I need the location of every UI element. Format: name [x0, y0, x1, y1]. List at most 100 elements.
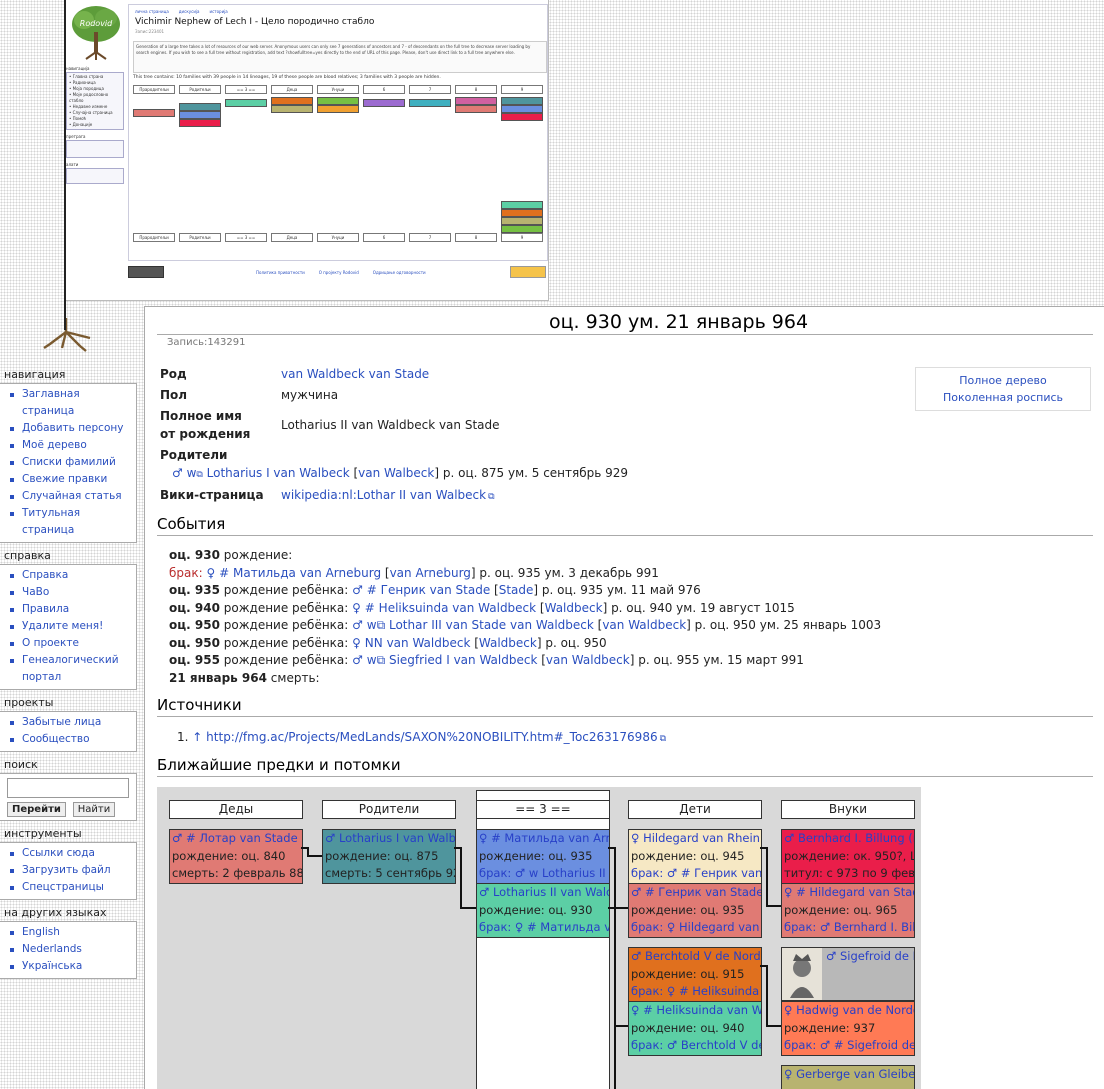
- person-name[interactable]: ♀ # Heliksuinda van Wal: [629, 1002, 761, 1020]
- thumbnail-gen-header: 8: [455, 85, 497, 94]
- nav-item-link[interactable]: Титульная страница: [22, 507, 80, 536]
- event-rod-link[interactable]: van Waldbeck: [546, 653, 630, 667]
- person-name[interactable]: ♀ Hadwig van de Nordga: [782, 1002, 914, 1020]
- full-tree-link[interactable]: Полное дерево: [959, 374, 1047, 387]
- event-date: оц. 930: [169, 548, 220, 562]
- relatives-heading: Ближайшие предки и потомки: [157, 756, 1093, 777]
- spouse-card[interactable]: ♀ # Матильда van Arne рождение: оц. 935 бр…: [476, 829, 610, 884]
- find-button[interactable]: Найти: [72, 802, 116, 817]
- grandchild-card[interactable]: ♀ # Hildegard van Stade рождение: оц. 965…: [781, 883, 915, 938]
- thumbnail-tabs: лична страница дискусија историја: [135, 9, 238, 14]
- child-card[interactable]: ♂ Berchtold V de Nordg рождение: оц. 915 б…: [628, 947, 762, 1002]
- help-item-link[interactable]: О проекте: [22, 637, 79, 649]
- child-card[interactable]: ♂ # Генрик van Stade рождение: оц. 935 бра…: [628, 883, 762, 938]
- thumbnail-gen-footer: 7: [409, 233, 451, 242]
- source-link[interactable]: http://fmg.ac/Projects/MedLands/SAXON%20…: [206, 730, 666, 744]
- event-rod-link[interactable]: Waldbeck: [479, 636, 537, 650]
- search-title: поиск: [4, 758, 38, 771]
- event-person-link[interactable]: Lothar III van Stade van Waldbeck: [389, 618, 594, 632]
- thumbnail-nav-item: • Моје родословно стабло: [69, 92, 109, 103]
- grandchild-card[interactable]: ♂ Bernhard I. Billung (n рождение: ок. 95…: [781, 829, 915, 884]
- generation-header: Дети: [628, 800, 762, 819]
- grandchild-card[interactable]: ♀ Gerberge van Gleiberg: [781, 1065, 915, 1089]
- person-name[interactable]: ♀ # Матильда van Arne: [477, 830, 609, 848]
- parent-name-link[interactable]: Lotharius I van Walbeck: [207, 466, 350, 480]
- tools-item-link[interactable]: Ссылки сюда: [22, 847, 95, 859]
- language-item-link[interactable]: Nederlands: [22, 943, 82, 955]
- help-item: О проекте: [10, 635, 132, 652]
- event-row: 21 январь 964 смерть:: [169, 671, 320, 685]
- event-dates: р. оц. 955 ум. 15 март 991: [638, 653, 804, 667]
- event-rod-link[interactable]: van Arneburg: [390, 566, 471, 580]
- thumbnail-person-box: [455, 97, 497, 105]
- help-item-link[interactable]: ЧаВо: [22, 586, 49, 598]
- grandchild-card[interactable]: ♂ Sigefroid de Lu: [781, 947, 915, 1001]
- help-item-link[interactable]: Удалите меня!: [22, 620, 103, 632]
- parent-card[interactable]: ♂ Lotharius I van Walbe рождение: оц. 875…: [322, 829, 456, 884]
- event-rod-link[interactable]: Stade: [499, 583, 534, 597]
- event-person-link[interactable]: NN van Waldbeck: [365, 636, 471, 650]
- thumbnail-person-box: [317, 105, 359, 113]
- nav-item-link[interactable]: Заглавная страница: [22, 388, 80, 417]
- navigation-portlet: навигация Заглавная страница Добавить пер…: [0, 368, 137, 543]
- person-name[interactable]: ♂ Lotharius II van Waldb: [477, 884, 609, 902]
- projects-item-link[interactable]: Сообщество: [22, 733, 90, 745]
- event-rod-link[interactable]: van Waldbeck: [602, 618, 686, 632]
- help-item-link[interactable]: Справка: [22, 569, 68, 581]
- event-person-link[interactable]: Heliksuinda van Waldbeck: [379, 601, 536, 615]
- event-type: брак:: [169, 565, 203, 580]
- event-date: оц. 950: [169, 635, 220, 650]
- help-item-link[interactable]: Правила: [22, 603, 69, 615]
- event-type: рождение ребёнка:: [223, 635, 349, 650]
- tools-item: Спецстраницы: [10, 879, 132, 896]
- source-arrow-icon[interactable]: ↑: [192, 730, 202, 744]
- wiki-link[interactable]: wikipedia:nl:Lothar II van Walbeck: [281, 488, 495, 502]
- thumbnail-person-box: [409, 99, 451, 107]
- events-heading: События: [157, 515, 1093, 536]
- person-detail: рождение: оц. 940: [631, 1020, 745, 1035]
- person-name[interactable]: ♂ Bernhard I. Billung (n: [782, 830, 914, 848]
- self-card[interactable]: ♂ Lotharius II van Waldb рождение: оц. 93…: [476, 883, 610, 938]
- thumbnail-person-box: [317, 97, 359, 105]
- person-detail: рождение: оц. 965: [784, 902, 898, 917]
- person-name[interactable]: ♂ Berchtold V de Nordg: [629, 948, 761, 966]
- grandchild-card[interactable]: ♀ Hadwig van de Nordga рождение: 937 брак:…: [781, 1001, 915, 1056]
- projects-item-link[interactable]: Забытые лица: [22, 716, 101, 728]
- nav-item-link[interactable]: Случайная статья: [22, 490, 122, 502]
- nav-item-link[interactable]: Списки фамилий: [22, 456, 116, 468]
- parent-rod-link[interactable]: van Walbeck: [358, 466, 434, 480]
- go-button[interactable]: Перейти: [7, 802, 66, 817]
- nav-item-link[interactable]: Добавить персону: [22, 422, 123, 434]
- generation-list-link[interactable]: Поколенная роспись: [943, 391, 1063, 404]
- person-name[interactable]: ♀ Hildegard van Rheinha: [629, 830, 761, 848]
- person-name[interactable]: ♀ # Hildegard van Stade: [782, 884, 914, 902]
- languages-portlet: на других языках English Nederlands Україн…: [0, 906, 137, 979]
- event-person-link[interactable]: Siegfried I van Waldbeck: [389, 653, 537, 667]
- event-rod-link[interactable]: Waldbeck: [545, 601, 603, 615]
- tools-item-link[interactable]: Спецстраницы: [22, 881, 104, 893]
- help-item-link[interactable]: Генеалогический портал: [22, 654, 119, 683]
- thumbnail-person-box: [271, 97, 313, 105]
- event-person-link[interactable]: Генрик van Stade: [381, 583, 491, 597]
- person-name[interactable]: ♂ # Генрик van Stade: [629, 884, 761, 902]
- person-detail: рождение: ок. 950?, Lü: [784, 848, 914, 863]
- language-item-link[interactable]: Українська: [22, 960, 82, 972]
- search-input[interactable]: [7, 778, 129, 798]
- event-person-link[interactable]: Матильда van Arneburg: [233, 566, 381, 580]
- tools-item-link[interactable]: Загрузить файл: [22, 864, 111, 876]
- pol-label: Пол: [160, 388, 188, 402]
- info-fullname: Полное имя от рождения Lotharius II van …: [160, 409, 880, 445]
- child-card[interactable]: ♀ Hildegard van Rheinha рождение: оц. 945…: [628, 829, 762, 884]
- child-card[interactable]: ♀ # Heliksuinda van Wal рождение: оц. 940…: [628, 1001, 762, 1056]
- grandparent-card[interactable]: ♂ # Лотар van Stade (iz рождение: оц. 840…: [169, 829, 303, 884]
- person-detail: брак: ♂ Berchtold V de: [631, 1038, 761, 1052]
- language-item-link[interactable]: English: [22, 926, 60, 938]
- fullname-value: Lotharius II van Waldbeck van Stade: [281, 418, 500, 432]
- nav-item-link[interactable]: Моё дерево: [22, 439, 87, 451]
- person-name[interactable]: ♂ Lotharius I van Walbe: [323, 830, 455, 848]
- person-name[interactable]: ♀ Gerberge van Gleiberg: [782, 1066, 914, 1084]
- person-name[interactable]: ♂ # Лотар van Stade (iz: [170, 830, 302, 848]
- parent-entry: ♂ w⧉ Lotharius I van Walbeck [van Walbec…: [172, 466, 629, 480]
- nav-item-link[interactable]: Свежие правки: [22, 473, 107, 485]
- rod-link[interactable]: van Waldbeck van Stade: [281, 367, 429, 381]
